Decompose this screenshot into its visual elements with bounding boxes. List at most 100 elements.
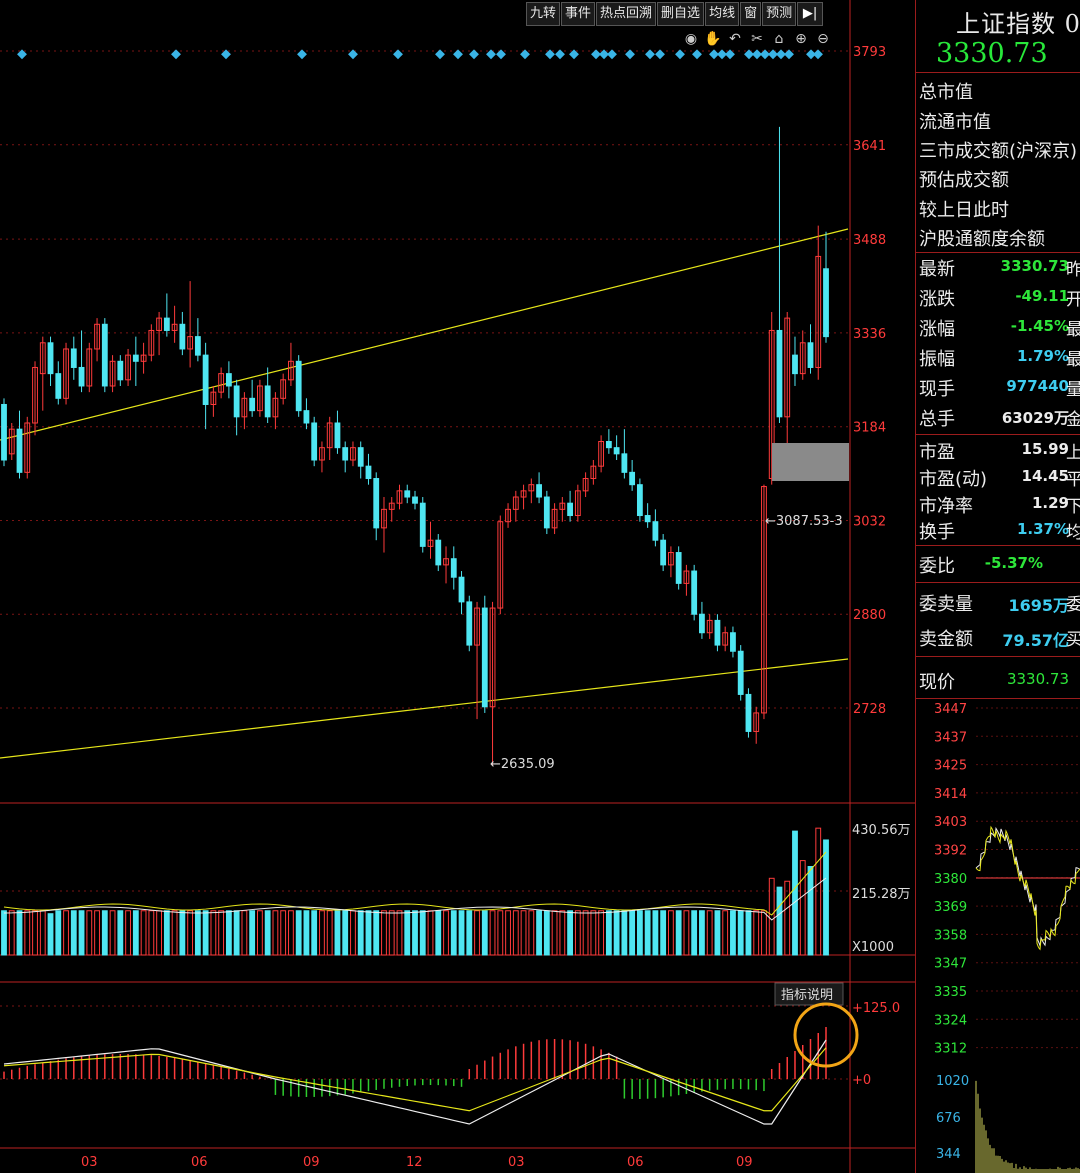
volume-bar: [180, 911, 185, 955]
volume-bar: [560, 911, 565, 955]
forecast-button[interactable]: 预测: [762, 2, 796, 26]
volume-bar: [575, 911, 580, 955]
volume-bar: [459, 911, 464, 955]
macd-tick-label: +125.0: [852, 1001, 900, 1016]
volume-bar: [405, 911, 410, 955]
intraday-tick-label: 3437: [934, 730, 967, 745]
candle-body: [366, 466, 371, 478]
valuation-row: 换手1.37%均: [916, 518, 1080, 548]
remove-watchlist-button[interactable]: 删自选: [657, 2, 704, 26]
indicator-help-button: 指标说明: [781, 988, 833, 1003]
candle-body: [304, 411, 309, 423]
x-tick-label: 09: [303, 1155, 320, 1170]
volume-bar: [630, 911, 635, 955]
volume-bar: [9, 911, 14, 955]
volume-bar: [118, 911, 123, 955]
volume-tick-label: 430.56万: [852, 823, 911, 838]
volume-bar: [482, 911, 487, 955]
event-button[interactable]: 事件: [561, 2, 595, 26]
undo-icon[interactable]: ↶: [724, 30, 746, 48]
candle-body: [265, 386, 270, 417]
volume-bar: [71, 911, 76, 955]
y-tick-label: 3641: [853, 139, 886, 154]
y-tick-label: 3488: [853, 233, 886, 248]
volume-bar: [785, 881, 790, 955]
y-tick-label: 2728: [853, 702, 886, 717]
volume-bar: [700, 911, 705, 955]
intraday-tick-label: 3347: [934, 957, 967, 972]
volume-bar: [343, 911, 348, 955]
candle-body: [777, 330, 782, 416]
intraday-tick-label: 3425: [934, 759, 967, 774]
x-tick-label: 03: [81, 1155, 98, 1170]
eye-icon[interactable]: ◉: [680, 30, 702, 48]
volume-bar: [599, 911, 604, 955]
event-marker: [645, 49, 655, 59]
volume-bar: [777, 887, 782, 955]
volume-bar: [622, 911, 627, 955]
volume-bar: [374, 911, 379, 955]
moving-average-button[interactable]: 均线: [705, 2, 739, 26]
y-tick-label: 3184: [853, 421, 886, 436]
valuation-row: 市盈15.99上: [916, 438, 1080, 468]
zoom-in-icon[interactable]: ⊕: [790, 30, 812, 48]
volume-bar: [606, 911, 611, 955]
volume-bar: [475, 911, 480, 955]
chart-tools: ◉ ✋ ↶ ✂ ⌂ ⊕ ⊖: [680, 30, 834, 48]
candle-body: [459, 577, 464, 602]
volume-bar: [568, 911, 573, 955]
kline-chart-canvas[interactable]: 3793 3641 3488 3336 3184 3032 2880 2728 ←2635.09…: [0, 0, 915, 1173]
volume-bar: [242, 911, 247, 955]
quote-row: 最新3330.73昨: [916, 255, 1080, 285]
index-title: 上证指数 0: [956, 4, 1080, 39]
volume-bar: [265, 911, 270, 955]
volume-bar: [544, 911, 549, 955]
candle-body: [17, 429, 22, 472]
volume-bar: [335, 911, 340, 955]
x-tick-label: 06: [627, 1155, 644, 1170]
candle-body: [606, 441, 611, 447]
volume-bar: [420, 911, 425, 955]
play-end-icon[interactable]: ▶|: [797, 2, 823, 26]
volume-bar: [692, 911, 697, 955]
event-marker: [453, 49, 463, 59]
event-marker: [393, 49, 403, 59]
intraday-tick-label: 3358: [934, 928, 967, 943]
volume-bar: [676, 911, 681, 955]
intraday-tick-label: 3335: [934, 985, 967, 1000]
northbound-quota-label: 沪股通额度余额: [919, 225, 1045, 251]
candle-body: [544, 497, 549, 528]
intraday-tick-label: 3324: [934, 1013, 967, 1028]
volume-bar: [715, 911, 720, 955]
volume-bar: [513, 911, 518, 955]
hand-icon[interactable]: ✋: [702, 30, 724, 48]
y-tick-label: 3793: [853, 45, 886, 60]
intraday-tick-label: 3414: [934, 787, 967, 802]
volume-bar: [17, 911, 22, 955]
candle-body: [71, 349, 76, 368]
volume-bar: [234, 911, 239, 955]
lock-icon[interactable]: ⌂: [768, 30, 790, 48]
jiuzhuan-button[interactable]: 九转: [526, 2, 560, 26]
volume-bar: [428, 911, 433, 955]
volume-bar: [451, 911, 456, 955]
candle-body: [436, 540, 441, 565]
volume-bar: [95, 911, 100, 955]
volume-bar: [645, 911, 650, 955]
hotspot-review-button[interactable]: 热点回溯: [596, 2, 656, 26]
candle-body: [234, 386, 239, 417]
candle-body: [645, 516, 650, 522]
volume-bar: [800, 861, 805, 955]
candle-body: [195, 337, 200, 356]
intraday-chart[interactable]: 3447 3437 3425 3414 3403 3392 3380 3369 3358 3347…: [916, 700, 1080, 1173]
candle-body: [630, 472, 635, 484]
volume-bar: [444, 911, 449, 955]
event-marker: [625, 49, 635, 59]
valuation-row: 市盈(动)14.45平: [916, 465, 1080, 495]
event-marker: [813, 49, 823, 59]
volume-bar: [40, 911, 45, 955]
candle-body: [79, 367, 84, 386]
zoom-out-icon[interactable]: ⊖: [812, 30, 834, 48]
scissors-icon[interactable]: ✂: [746, 30, 768, 48]
window-button[interactable]: 窗: [740, 2, 761, 26]
